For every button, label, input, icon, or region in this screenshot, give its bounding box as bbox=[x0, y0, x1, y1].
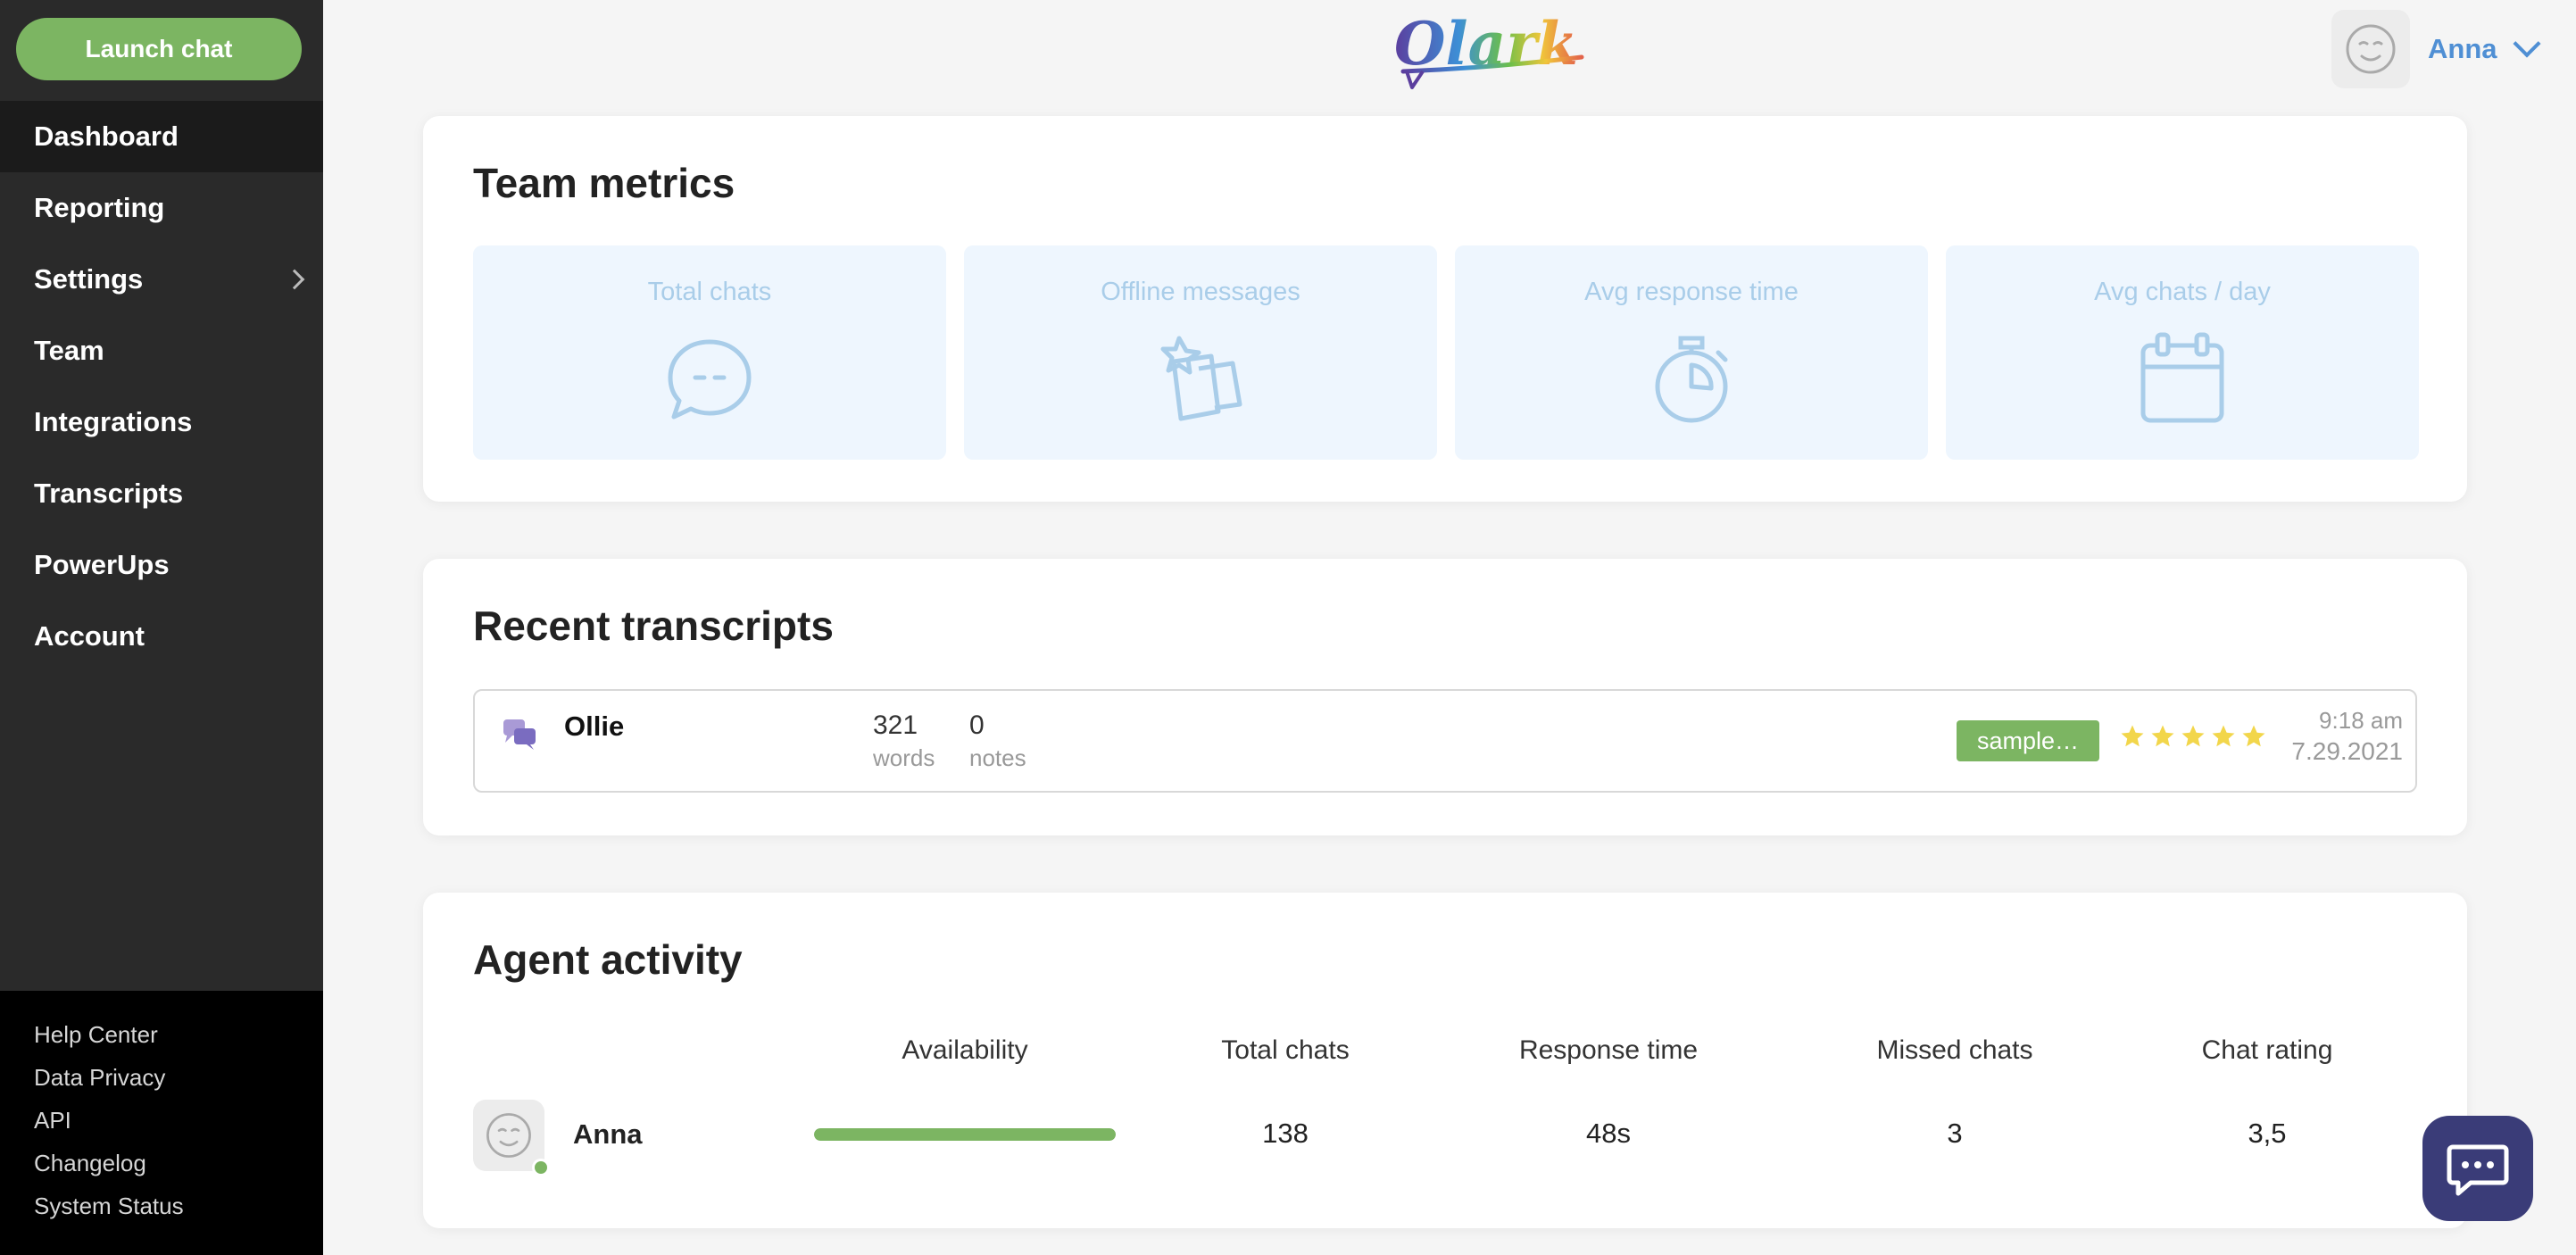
transcript-note-count: 0 bbox=[969, 711, 985, 740]
star-icon bbox=[2121, 725, 2144, 747]
agent-response-time: 48s bbox=[1586, 1118, 1631, 1149]
recent-transcripts-card: Recent transcripts Ollie 321 words 0 not… bbox=[423, 559, 2467, 835]
nav-item-transcripts[interactable]: Transcripts bbox=[0, 458, 323, 529]
agent-activity-card: Agent activity Availability Total chats … bbox=[423, 893, 2467, 1228]
nav-item-label: Settings bbox=[34, 263, 144, 295]
metric-total-chats[interactable]: Total chats bbox=[473, 245, 946, 460]
transcript-row[interactable]: Ollie 321 words 0 notes sample… 9:18 am … bbox=[473, 689, 2417, 793]
chat-dots-icon bbox=[2447, 1144, 2509, 1196]
column-header-missed-chats: Missed chats bbox=[1876, 1035, 2033, 1065]
transcript-word-count: 321 bbox=[873, 711, 918, 740]
avatar bbox=[2331, 10, 2410, 88]
online-status-dot bbox=[532, 1159, 550, 1176]
sidebar-footer: Help Center Data Privacy API Changelog S… bbox=[0, 991, 323, 1255]
chevron-down-icon bbox=[2512, 29, 2541, 58]
nav-item-team[interactable]: Team bbox=[0, 315, 323, 386]
calendar-icon bbox=[2140, 332, 2224, 423]
transcript-tag[interactable]: sample… bbox=[1957, 720, 2099, 761]
main-content: Olark Anna Team metrics Total chats Offl… bbox=[323, 0, 2576, 1255]
nav-item-label: Team bbox=[34, 335, 104, 366]
agent-chat-rating: 3,5 bbox=[2248, 1118, 2287, 1149]
metric-offline-messages[interactable]: Offline messages bbox=[964, 245, 1437, 460]
agent-missed-chats: 3 bbox=[1947, 1118, 1963, 1149]
stopwatch-icon bbox=[1655, 336, 1728, 423]
transcript-time: 9:18 am bbox=[2319, 707, 2403, 734]
star-icon bbox=[2181, 725, 2205, 747]
star-icon bbox=[2151, 725, 2174, 747]
transcript-visitor-name: Ollie bbox=[564, 711, 625, 742]
nav-item-reporting[interactable]: Reporting bbox=[0, 172, 323, 244]
availability-bar bbox=[814, 1128, 1116, 1141]
metric-label: Avg chats / day bbox=[2094, 278, 2271, 306]
help-center-link[interactable]: Help Center bbox=[34, 1021, 158, 1049]
nav-item-powerups[interactable]: PowerUps bbox=[0, 529, 323, 601]
nav-item-integrations[interactable]: Integrations bbox=[0, 386, 323, 458]
nav-item-settings[interactable]: Settings bbox=[0, 244, 323, 315]
column-header-total-chats: Total chats bbox=[1221, 1035, 1350, 1065]
nav-item-label: Integrations bbox=[34, 406, 193, 437]
chat-widget-button[interactable] bbox=[2422, 1116, 2533, 1221]
nav-item-label: PowerUps bbox=[34, 549, 170, 580]
transcript-words-label: words bbox=[873, 744, 935, 771]
metric-avg-chats-per-day[interactable]: Avg chats / day bbox=[1946, 245, 2419, 460]
transcript-date: 7.29.2021 bbox=[2291, 737, 2403, 765]
metric-avg-response-time[interactable]: Avg response time bbox=[1455, 245, 1928, 460]
metric-label: Total chats bbox=[647, 278, 772, 306]
nav-item-label: Reporting bbox=[34, 192, 165, 223]
nav-item-label: Transcripts bbox=[34, 478, 184, 509]
agent-total-chats: 138 bbox=[1262, 1118, 1309, 1149]
app-root: Launch chat Dashboard Reporting Settings… bbox=[0, 0, 2576, 1255]
transcript-rating bbox=[2119, 723, 2271, 755]
api-link[interactable]: API bbox=[34, 1107, 71, 1134]
transcript-notes-label: notes bbox=[969, 744, 1026, 771]
chat-bubble-icon bbox=[668, 339, 752, 420]
team-metrics-title: Team metrics bbox=[473, 160, 735, 206]
data-privacy-link[interactable]: Data Privacy bbox=[34, 1064, 165, 1092]
agent-name: Anna bbox=[573, 1118, 643, 1150]
sidebar: Launch chat Dashboard Reporting Settings… bbox=[0, 0, 323, 1255]
team-metrics-card: Team metrics Total chats Offline message… bbox=[423, 116, 2467, 502]
smiley-face-icon bbox=[486, 1113, 531, 1158]
launch-chat-button[interactable]: Launch chat bbox=[16, 18, 302, 80]
olark-logo[interactable]: Olark bbox=[1385, 5, 1608, 91]
system-status-link[interactable]: System Status bbox=[34, 1193, 184, 1220]
nav-item-account[interactable]: Account bbox=[0, 601, 323, 672]
changelog-link[interactable]: Changelog bbox=[34, 1150, 146, 1177]
nav-item-label: Account bbox=[34, 620, 145, 652]
column-header-availability: Availability bbox=[902, 1035, 1028, 1065]
metric-label: Avg response time bbox=[1584, 278, 1799, 306]
smiley-face-icon bbox=[2346, 24, 2396, 74]
recent-transcripts-title: Recent transcripts bbox=[473, 603, 834, 649]
user-menu[interactable]: Anna bbox=[2331, 7, 2541, 91]
column-header-response-time: Response time bbox=[1518, 1035, 1699, 1065]
star-icon bbox=[2212, 725, 2235, 747]
star-icon bbox=[2242, 725, 2265, 747]
column-header-chat-rating: Chat rating bbox=[2201, 1035, 2333, 1065]
chat-transcript-icon bbox=[503, 719, 536, 750]
chevron-right-icon bbox=[284, 269, 305, 290]
agent-activity-title: Agent activity bbox=[473, 936, 743, 983]
nav-item-dashboard[interactable]: Dashboard bbox=[0, 101, 323, 172]
metric-label: Offline messages bbox=[1101, 278, 1300, 306]
nav-item-label: Dashboard bbox=[34, 121, 179, 152]
availability-bar-fill bbox=[814, 1128, 1116, 1141]
sticky-notes-icon bbox=[1160, 336, 1242, 421]
user-name: Anna bbox=[2428, 33, 2497, 64]
